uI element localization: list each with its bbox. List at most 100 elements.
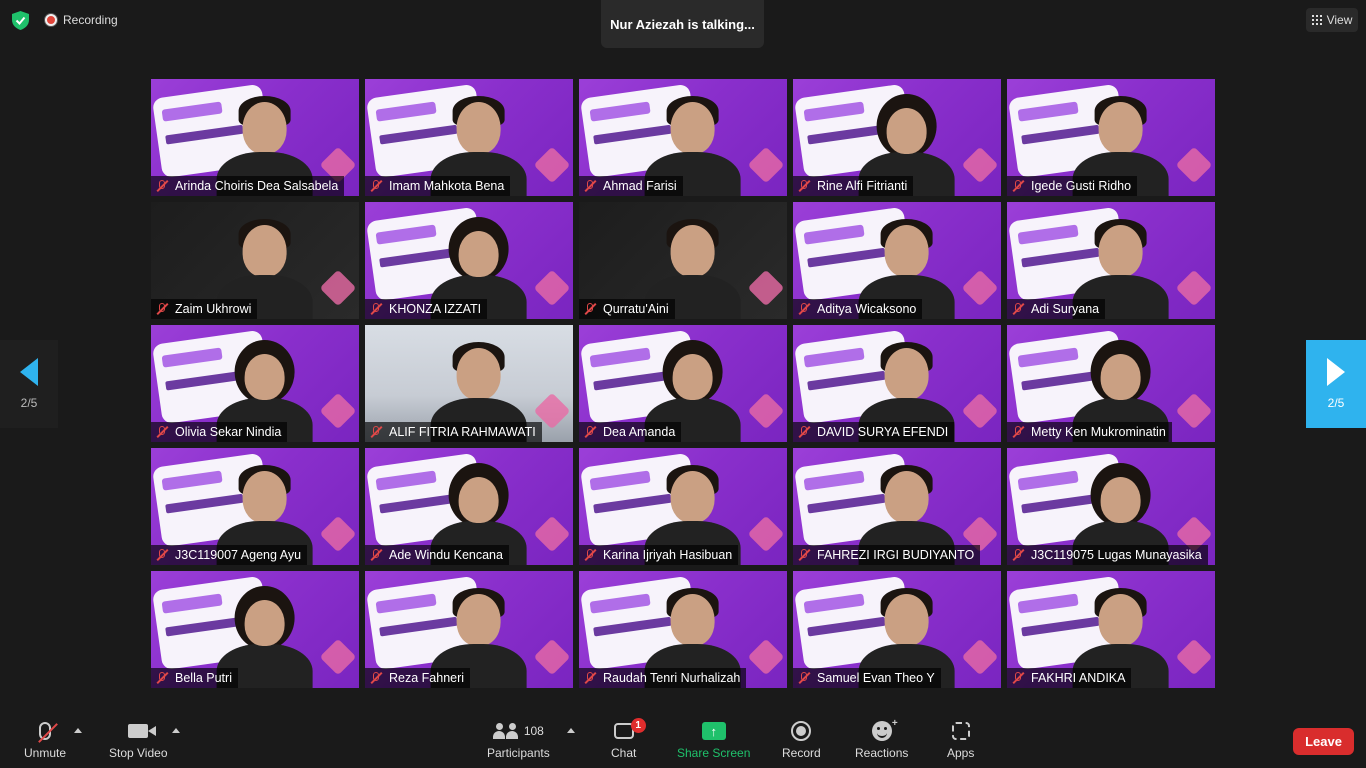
muted-microphone-icon <box>797 425 811 439</box>
participant-video-tile[interactable]: Reza Fahneri <box>365 571 573 688</box>
participant-video-tile[interactable]: Dea Amanda <box>579 325 787 442</box>
participant-nameplate: Ahmad Farisi <box>579 176 683 196</box>
muted-microphone-icon <box>155 179 169 193</box>
participant-nameplate: ALIF FITRIA RAHMAWATI <box>365 422 542 442</box>
participant-name: KHONZA IZZATI <box>389 302 482 316</box>
participant-video-tile[interactable]: Ade Windu Kencana <box>365 448 573 565</box>
participant-video-tile[interactable]: ALIF FITRIA RAHMAWATI <box>365 325 573 442</box>
unmute-button[interactable]: Unmute <box>24 720 66 760</box>
participant-nameplate: J3C119075 Lugas Munayasika <box>1007 545 1208 565</box>
muted-microphone-icon <box>369 548 383 562</box>
reactions-button[interactable]: + Reactions <box>855 718 908 760</box>
participant-video-tile[interactable]: Arinda Choiris Dea Salsabela <box>151 79 359 196</box>
muted-microphone-icon <box>155 548 169 562</box>
previous-page-button[interactable]: 2/5 <box>0 340 58 428</box>
muted-microphone-icon <box>155 302 169 316</box>
participant-nameplate: Metty Ken Mukrominatin <box>1007 422 1172 442</box>
muted-microphone-icon <box>797 179 811 193</box>
stop-video-button[interactable]: Stop Video <box>109 720 168 760</box>
participant-name: Reza Fahneri <box>389 671 465 685</box>
participant-video-tile[interactable]: KHONZA IZZATI <box>365 202 573 319</box>
chat-icon: 1 <box>613 718 646 739</box>
participant-name: Igede Gusti Ridho <box>1031 179 1132 193</box>
stop-video-label: Stop Video <box>109 746 168 760</box>
apps-icon <box>951 722 970 740</box>
participant-video-tile[interactable]: Qurratu'Aini <box>579 202 787 319</box>
background-decoration <box>961 638 999 676</box>
participant-video-tile[interactable]: Olivia Sekar Nindia <box>151 325 359 442</box>
participant-video-tile[interactable]: Imam Mahkota Bena <box>365 79 573 196</box>
participant-name: Samuel Evan Theo Y <box>817 671 935 685</box>
recording-indicator[interactable]: Recording <box>45 13 118 27</box>
participant-nameplate: Igede Gusti Ridho <box>1007 176 1138 196</box>
background-decoration <box>747 392 785 430</box>
participant-nameplate: Aditya Wicaksono <box>793 299 923 319</box>
participant-video-tile[interactable]: Adi Suryana <box>1007 202 1215 319</box>
recording-dot-icon <box>45 14 57 26</box>
muted-microphone-icon <box>369 302 383 316</box>
participant-video-tile[interactable]: FAKHRI ANDIKA <box>1007 571 1215 688</box>
chat-button[interactable]: 1 Chat <box>611 718 646 760</box>
background-decoration <box>319 515 357 553</box>
background-decoration <box>1175 638 1213 676</box>
participants-button[interactable]: 108 Participants <box>487 720 550 760</box>
participant-nameplate: Rine Alfi Fitrianti <box>793 176 914 196</box>
background-decoration <box>747 146 785 184</box>
participants-options-caret-icon[interactable] <box>567 728 575 733</box>
participant-video-tile[interactable]: Aditya Wicaksono <box>793 202 1001 319</box>
participant-video-tile[interactable]: DAVID SURYA EFENDI <box>793 325 1001 442</box>
participant-name: Qurratu'Aini <box>603 302 669 316</box>
background-decoration <box>1175 269 1213 307</box>
muted-microphone-icon <box>583 548 597 562</box>
muted-microphone-icon <box>1011 548 1025 562</box>
arrow-left-icon <box>20 358 38 386</box>
record-button[interactable]: Record <box>782 720 821 760</box>
muted-microphone-icon <box>583 302 597 316</box>
audio-options-caret-icon[interactable] <box>74 728 82 733</box>
participant-nameplate: KHONZA IZZATI <box>365 299 488 319</box>
next-page-button[interactable]: 2/5 <box>1306 340 1366 428</box>
participant-nameplate: FAKHRI ANDIKA <box>1007 668 1132 688</box>
participant-nameplate: Reza Fahneri <box>365 668 471 688</box>
video-camera-icon <box>128 724 157 738</box>
participant-video-tile[interactable]: Igede Gusti Ridho <box>1007 79 1215 196</box>
muted-microphone-icon <box>583 425 597 439</box>
leave-button[interactable]: Leave <box>1293 728 1354 755</box>
participant-video-tile[interactable]: J3C119007 Ageng Ayu <box>151 448 359 565</box>
participant-video-tile[interactable]: Samuel Evan Theo Y <box>793 571 1001 688</box>
view-button[interactable]: View <box>1306 8 1358 32</box>
participant-name: Arinda Choiris Dea Salsabela <box>175 179 339 193</box>
muted-microphone-icon <box>583 179 597 193</box>
muted-microphone-icon <box>583 671 597 685</box>
participant-name: Raudah Tenri Nurhalizah <box>603 671 741 685</box>
participant-video-tile[interactable]: Zaim Ukhrowi <box>151 202 359 319</box>
reactions-icon: + <box>871 718 898 741</box>
participant-nameplate: Ade Windu Kencana <box>365 545 509 565</box>
muted-microphone-icon <box>369 179 383 193</box>
participant-video-tile[interactable]: Raudah Tenri Nurhalizah <box>579 571 787 688</box>
active-speaker-banner: Nur Aziezah is talking... <box>601 0 764 48</box>
participant-nameplate: FAHREZI IRGI BUDIYANTO <box>793 545 981 565</box>
participant-video-tile[interactable]: J3C119075 Lugas Munayasika <box>1007 448 1215 565</box>
participant-video-tile[interactable]: Karina Ijriyah Hasibuan <box>579 448 787 565</box>
participant-video-tile[interactable]: Rine Alfi Fitrianti <box>793 79 1001 196</box>
participant-name: FAKHRI ANDIKA <box>1031 671 1126 685</box>
participant-video-tile[interactable]: Ahmad Farisi <box>579 79 787 196</box>
participant-video-tile[interactable]: Bella Putri <box>151 571 359 688</box>
encryption-shield-icon[interactable] <box>12 11 29 30</box>
apps-button[interactable]: Apps <box>947 720 974 760</box>
grid-icon <box>1311 15 1322 25</box>
video-options-caret-icon[interactable] <box>172 728 180 733</box>
gallery-grid: Arinda Choiris Dea Salsabela Imam Mahkota… <box>151 79 1215 688</box>
participant-name: Metty Ken Mukrominatin <box>1031 425 1166 439</box>
muted-microphone-icon <box>1011 179 1025 193</box>
muted-microphone-icon <box>797 548 811 562</box>
share-screen-button[interactable]: ↑ Share Screen <box>677 720 750 760</box>
participant-video-tile[interactable]: FAHREZI IRGI BUDIYANTO <box>793 448 1001 565</box>
background-decoration <box>319 638 357 676</box>
background-decoration <box>319 392 357 430</box>
page-indicator-left: 2/5 <box>20 396 38 410</box>
participant-video-tile[interactable]: Metty Ken Mukrominatin <box>1007 325 1215 442</box>
participant-nameplate: Olivia Sekar Nindia <box>151 422 288 442</box>
participant-nameplate: Imam Mahkota Bena <box>365 176 511 196</box>
